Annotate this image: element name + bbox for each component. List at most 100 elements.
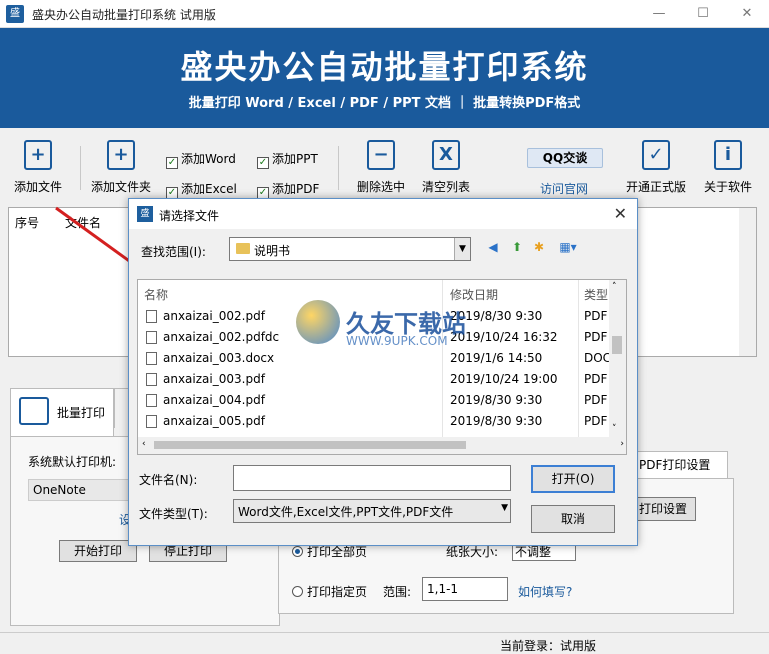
up-folder-icon[interactable]: ⬆ — [509, 239, 525, 255]
cancel-button[interactable]: 取消 — [531, 505, 615, 533]
tab-pdf-print-settings[interactable]: PDF打印设置 — [634, 451, 728, 479]
file-name: anxaizai_002.pdf — [163, 309, 265, 323]
login-status: 当前登录：试用版 — [500, 639, 597, 653]
title-bar: 盛 盛央办公自动批量打印系统 试用版 — ☐ ✕ — [0, 0, 769, 28]
view-menu-icon[interactable]: ▦▾ — [555, 239, 581, 255]
add-folder-icon: + — [107, 140, 135, 170]
print-range-radio[interactable]: 打印指定页 — [292, 583, 367, 600]
add-word-checkbox[interactable]: ✓ 添加Word — [166, 150, 236, 169]
range-input[interactable]: 1,1-1 — [422, 577, 508, 601]
file-open-dialog: 盛 请选择文件 ✕ 查找范围(I): 说明书 ▼ ◀ ⬆ ✱ ▦▾ 名称 修改日… — [128, 198, 638, 546]
add-excel-checkbox[interactable]: ✓ 添加Excel — [166, 180, 237, 199]
qq-chat-button[interactable]: QQ交谈 — [527, 148, 603, 168]
maximize-button[interactable]: ☐ — [688, 4, 718, 24]
status-bar: 当前登录：试用版 — [0, 632, 769, 654]
filetype-value: Word文件,Excel文件,PPT文件,PDF文件 — [238, 505, 454, 519]
filetype-select[interactable]: Word文件,Excel文件,PPT文件,PDF文件 ▼ — [233, 499, 511, 523]
scroll-right-icon[interactable]: › — [620, 439, 624, 449]
filetype-label: 文件类型(T): — [139, 507, 208, 521]
radio-selected-icon — [292, 546, 303, 557]
info-icon: i — [714, 140, 742, 170]
banner-title: 盛央办公自动批量打印系统 — [180, 48, 589, 86]
radio-icon — [292, 586, 303, 597]
add-ppt-label: 添加PPT — [272, 152, 318, 166]
add-file-icon: + — [24, 140, 52, 170]
delete-selected-button[interactable]: − 删除选中 — [354, 140, 408, 200]
column-header-date[interactable]: 修改日期 — [450, 286, 498, 303]
column-header-type[interactable]: 类型 — [584, 286, 608, 303]
window-title: 盛央办公自动批量打印系统 试用版 — [32, 8, 216, 22]
checkmark-icon: ✓ — [166, 157, 178, 169]
back-icon[interactable]: ◀ — [485, 239, 501, 255]
range-label: 范围: — [383, 585, 412, 599]
dialog-close-icon[interactable]: ✕ — [614, 204, 627, 223]
add-file-button[interactable]: + 添加文件 — [10, 140, 66, 200]
file-type: PDF — [584, 372, 608, 386]
clear-list-label: 清空列表 — [421, 180, 470, 194]
add-excel-label: 添加Excel — [181, 182, 237, 196]
visit-site-link[interactable]: 访问官网 — [540, 180, 588, 197]
dialog-app-icon: 盛 — [137, 206, 153, 222]
list-item[interactable]: anxaizai_005.pdf 2019/8/30 9:30 PDF — [138, 411, 608, 432]
lookin-value: 说明书 — [254, 244, 291, 258]
header-banner: 盛央办公自动批量打印系统 批量打印 Word / Excel / PDF / P… — [0, 28, 769, 128]
tab-pdf-label: PDF打印设置 — [639, 458, 711, 472]
file-type: PDF — [584, 414, 608, 428]
filename-input[interactable] — [233, 465, 511, 491]
clear-list-button[interactable]: X 清空列表 — [418, 140, 474, 200]
column-header-name[interactable]: 名称 — [144, 286, 168, 303]
checkmark-icon: ✓ — [257, 157, 269, 169]
file-type: DOC — [584, 351, 612, 365]
pdf-file-icon — [146, 310, 157, 323]
printer-select[interactable]: OneNote — [28, 479, 140, 501]
table-scrollbar[interactable] — [739, 208, 756, 356]
delete-selected-label: 删除选中 — [356, 180, 405, 194]
about-button[interactable]: i 关于软件 — [700, 140, 756, 200]
file-date: 2019/10/24 19:00 — [450, 372, 558, 386]
watermark-logo — [296, 300, 340, 344]
file-date: 2019/10/24 16:32 — [450, 330, 558, 344]
add-ppt-checkbox[interactable]: ✓ 添加PPT — [257, 150, 318, 169]
column-header-index[interactable]: 序号 — [15, 214, 39, 231]
lookin-label: 查找范围(I): — [141, 245, 206, 259]
add-file-label: 添加文件 — [13, 180, 62, 194]
app-icon: 盛 — [6, 5, 24, 23]
minimize-button[interactable]: — — [644, 4, 674, 24]
add-pdf-checkbox[interactable]: ✓ 添加PDF — [257, 180, 319, 199]
paper-size-value: 不调整 — [515, 545, 552, 559]
about-label: 关于软件 — [703, 180, 752, 194]
close-button[interactable]: ✕ — [732, 4, 762, 24]
lookin-select[interactable]: 说明书 ▼ — [229, 237, 471, 261]
list-item[interactable]: anxaizai_003.docx 2019/1/6 14:50 DOC — [138, 348, 612, 369]
list-item[interactable]: anxaizai_003.pdf 2019/10/24 19:00 PDF — [138, 369, 608, 390]
dialog-title: 请选择文件 — [159, 209, 220, 223]
start-print-button[interactable]: 开始打印 — [59, 540, 137, 562]
scroll-down-icon[interactable]: ˅ — [612, 424, 617, 434]
default-printer-label: 系统默认打印机: — [28, 455, 117, 469]
doc-file-icon — [146, 352, 157, 365]
scroll-thumb[interactable] — [612, 336, 622, 354]
check-icon: ✓ — [642, 140, 670, 170]
scroll-thumb[interactable] — [154, 441, 466, 449]
chevron-down-icon: ▼ — [501, 503, 508, 513]
file-name: anxaizai_003.pdf — [163, 372, 265, 386]
add-folder-button[interactable]: + 添加文件夹 — [90, 140, 152, 200]
dialog-title-bar: 盛 请选择文件 ✕ — [129, 199, 637, 229]
print-settings-button[interactable]: 打印设置 — [630, 497, 696, 521]
vertical-scrollbar[interactable]: ˄ ˅ — [609, 280, 626, 440]
file-name: anxaizai_005.pdf — [163, 414, 265, 428]
file-type: PDF — [584, 393, 608, 407]
new-folder-icon[interactable]: ✱ — [531, 239, 547, 255]
how-to-fill-link[interactable]: 如何填写? — [518, 583, 572, 600]
scroll-up-icon[interactable]: ˄ — [612, 282, 617, 292]
scroll-left-icon[interactable]: ‹ — [142, 439, 146, 449]
tab-batch-print[interactable]: 批量打印 — [10, 388, 114, 436]
file-type: PDF — [584, 330, 608, 344]
open-button[interactable]: 打开(O) — [531, 465, 615, 493]
file-date: 2019/8/30 9:30 — [450, 393, 543, 407]
list-item[interactable]: anxaizai_004.pdf 2019/8/30 9:30 PDF — [138, 390, 608, 411]
add-pdf-label: 添加PDF — [272, 182, 320, 196]
add-folder-label: 添加文件夹 — [90, 180, 151, 194]
activate-button[interactable]: ✓ 开通正式版 — [624, 140, 688, 200]
horizontal-scrollbar[interactable]: ‹ › — [138, 437, 626, 454]
